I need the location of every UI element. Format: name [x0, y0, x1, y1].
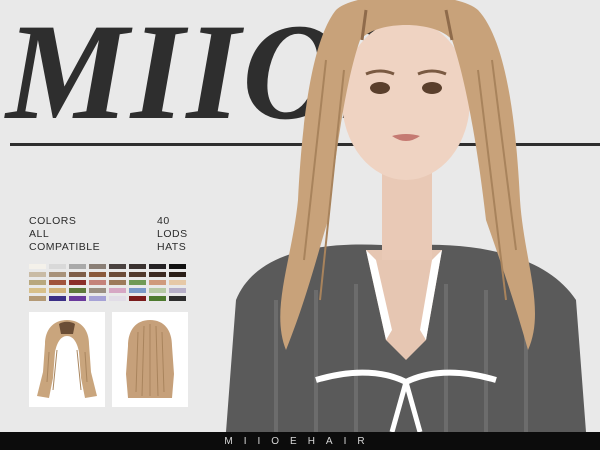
info-count: 40 — [157, 215, 170, 227]
model-portrait — [216, 0, 600, 432]
color-swatch — [69, 264, 86, 269]
info-compatible: COMPATIBLE — [29, 241, 101, 253]
color-swatch — [49, 272, 66, 277]
color-swatch — [149, 272, 166, 277]
color-swatch — [129, 272, 146, 277]
color-swatch — [89, 280, 106, 285]
color-swatch — [69, 296, 86, 301]
color-swatch — [129, 264, 146, 269]
color-swatch — [169, 272, 186, 277]
info-column-right: 40 LODS HATS — [157, 215, 188, 254]
info-colors: COLORS — [29, 215, 77, 227]
color-swatch — [149, 288, 166, 293]
color-swatch — [69, 272, 86, 277]
color-swatch — [109, 280, 126, 285]
preview-front — [29, 312, 105, 407]
color-swatch — [29, 264, 46, 269]
color-swatch — [109, 264, 126, 269]
info-all: ALL — [29, 228, 50, 240]
color-swatch — [49, 264, 66, 269]
color-swatch — [169, 296, 186, 301]
color-swatch — [29, 272, 46, 277]
color-swatch — [69, 288, 86, 293]
color-swatch — [49, 280, 66, 285]
footer-label: MIIOEHAIR — [224, 435, 376, 447]
color-swatch — [29, 296, 46, 301]
color-swatch — [149, 280, 166, 285]
preview-back — [112, 312, 188, 407]
color-swatch — [169, 288, 186, 293]
color-swatch — [29, 280, 46, 285]
color-swatch — [149, 296, 166, 301]
color-swatch — [129, 296, 146, 301]
color-swatch — [109, 272, 126, 277]
color-swatch — [169, 264, 186, 269]
hair-front-icon — [37, 320, 97, 398]
footer-bar: MIIOEHAIR — [0, 432, 600, 450]
color-swatch — [49, 296, 66, 301]
color-swatch — [149, 264, 166, 269]
color-swatch — [129, 288, 146, 293]
color-swatch — [49, 288, 66, 293]
color-swatch — [89, 264, 106, 269]
color-swatch — [29, 288, 46, 293]
color-swatch — [129, 280, 146, 285]
hair-back-icon — [126, 320, 174, 398]
info-lods: LODS — [157, 228, 188, 240]
color-swatch — [69, 280, 86, 285]
color-swatch — [89, 272, 106, 277]
color-swatch-grid — [29, 264, 189, 301]
info-hats: HATS — [157, 241, 187, 253]
model-illustration — [226, 0, 586, 432]
color-swatch — [109, 296, 126, 301]
color-swatch — [169, 280, 186, 285]
color-swatch — [89, 288, 106, 293]
info-column-left: COLORS ALL COMPATIBLE — [29, 215, 100, 254]
color-swatch — [89, 296, 106, 301]
color-swatch — [109, 288, 126, 293]
